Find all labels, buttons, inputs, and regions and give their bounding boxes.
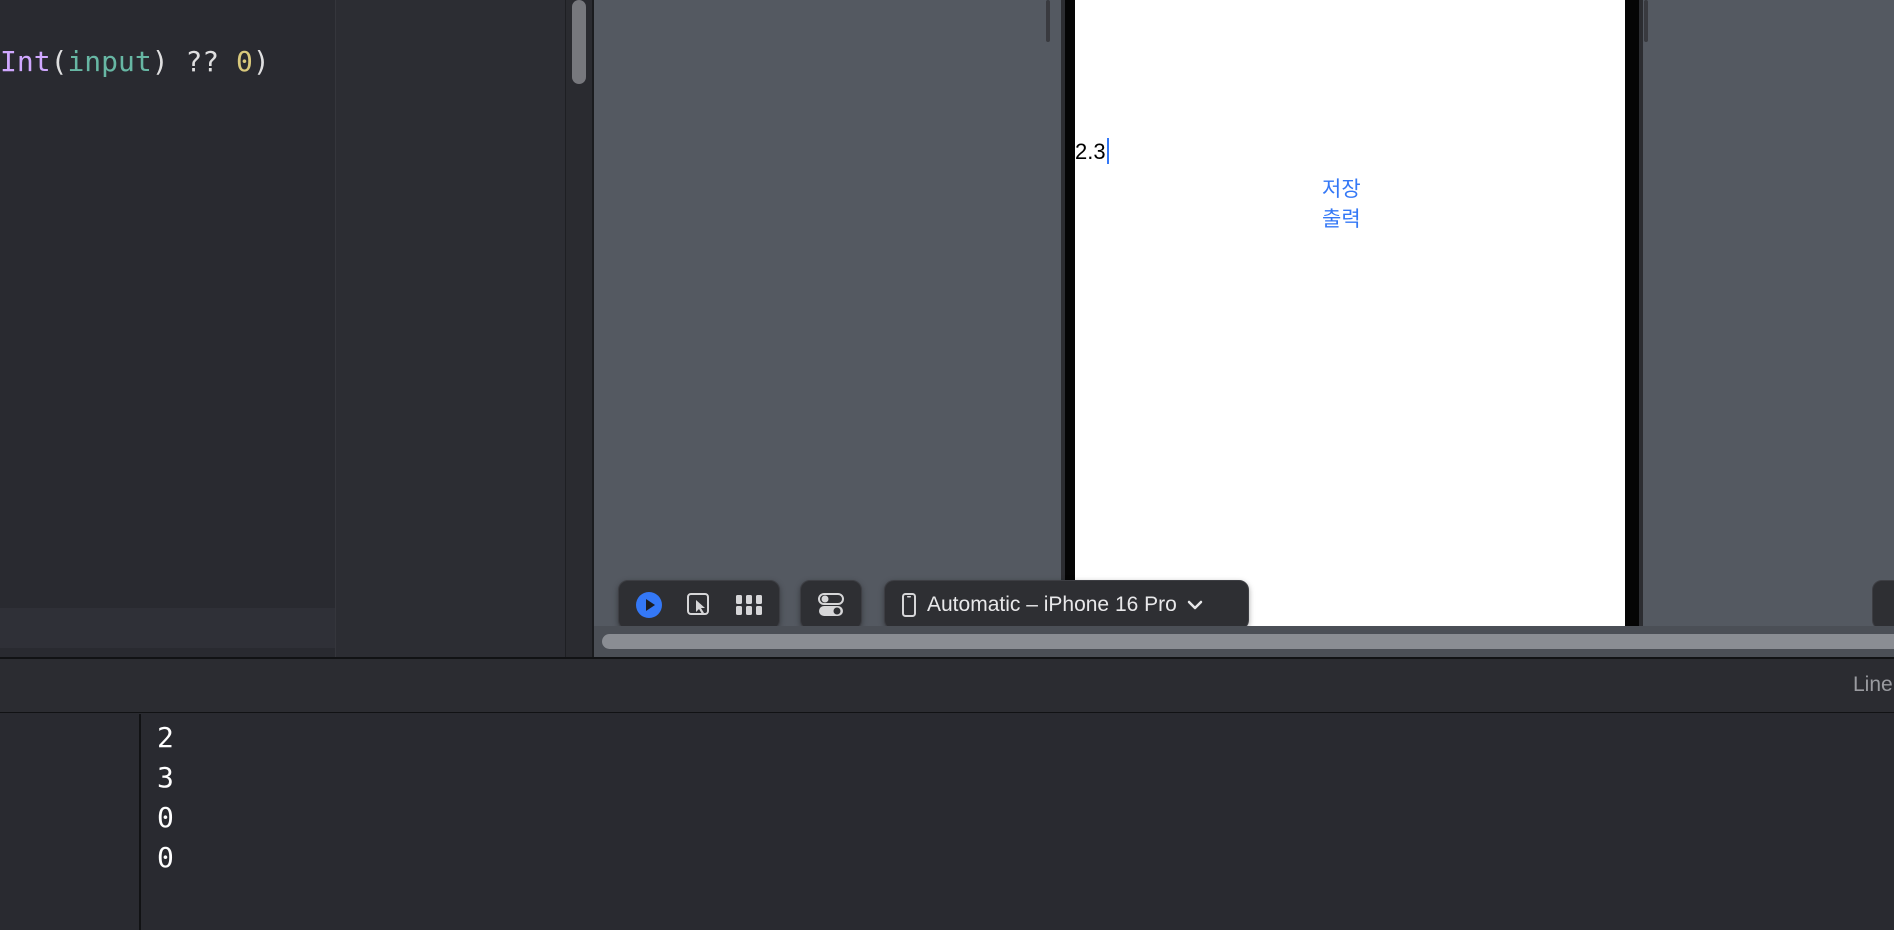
minimap[interactable]: [335, 0, 565, 657]
preview-mode-controls: [618, 580, 780, 630]
code-line[interactable]: Int(input) ?? 0): [0, 42, 270, 82]
code-token-paren-close: ): [252, 45, 270, 78]
iphone-icon: [902, 593, 916, 617]
device-side-button: [1644, 0, 1648, 42]
canvas-settings-controls: [800, 580, 862, 630]
debug-bar: Line: [0, 659, 1894, 713]
live-preview-button[interactable]: [629, 585, 669, 625]
preview-canvas[interactable]: 2.3 저장 출력 Automatic – iPhone 16 Pro: [594, 0, 1894, 657]
code-token-type: Int: [0, 45, 51, 78]
device-side-button: [1046, 0, 1050, 42]
selectable-mode-button[interactable]: [679, 585, 719, 625]
variables-view: [0, 714, 141, 930]
code-token-number: 0: [236, 45, 253, 78]
cursor-select-icon: [687, 593, 709, 615]
text-cursor: [1106, 138, 1109, 164]
console-line: 3: [157, 761, 174, 794]
device-selector-label: Automatic – iPhone 16 Pro: [927, 593, 1177, 616]
play-icon: [636, 592, 662, 618]
code-editor[interactable]: Int(input) ?? 0): [0, 0, 592, 657]
save-button[interactable]: 저장: [1322, 174, 1361, 204]
canvas-horizontal-scrollbar[interactable]: [594, 626, 1894, 657]
device-screen: 2.3 저장 출력: [1075, 0, 1625, 626]
code-token-paren: (: [50, 45, 68, 78]
text-field[interactable]: 2.3: [1075, 138, 1109, 166]
toggles-icon: [818, 593, 844, 616]
editor-scroll-thumb[interactable]: [572, 0, 586, 84]
chevron-down-icon: [1187, 600, 1203, 610]
zoom-controls[interactable]: [1872, 580, 1894, 630]
print-button[interactable]: 출력: [1322, 204, 1361, 234]
device-selector[interactable]: Automatic – iPhone 16 Pro: [884, 580, 1249, 630]
console-line: 2: [157, 721, 174, 754]
console-output[interactable]: 2 3 0 0: [143, 714, 1894, 930]
variants-button[interactable]: [729, 585, 769, 625]
line-column-status: Line: [1853, 673, 1893, 696]
canvas-scroll-thumb[interactable]: [602, 634, 1894, 649]
console-line: 0: [157, 801, 174, 834]
current-line-highlight: [0, 608, 335, 648]
grid-icon: [736, 595, 762, 615]
text-field-value: 2.3: [1075, 139, 1106, 164]
console-line: 0: [157, 841, 174, 874]
editor-vertical-scrollbar[interactable]: [565, 0, 592, 657]
code-token-operator: ) ??: [151, 45, 237, 78]
canvas-settings-button[interactable]: [811, 585, 851, 625]
code-token-identifier: input: [67, 45, 152, 78]
